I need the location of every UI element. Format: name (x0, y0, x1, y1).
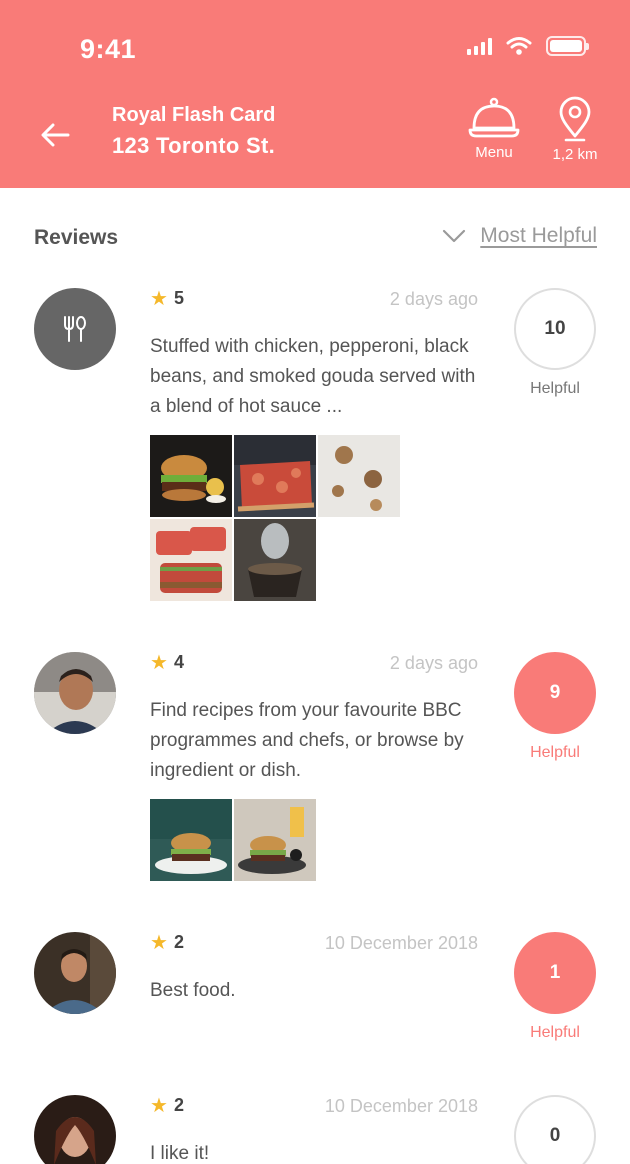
review-date: 10 December 2018 (324, 1096, 478, 1116)
review-rating: ★ 4 (150, 651, 184, 674)
helpful-label: Helpful (530, 1024, 580, 1041)
star-icon: ★ (150, 931, 168, 954)
burger-photo[interactable] (150, 435, 232, 517)
toast-photo[interactable] (150, 519, 232, 601)
review-text: Find recipes from your favourite BBC pro… (150, 700, 464, 781)
helpful-count: 9 (514, 652, 596, 734)
review-text: I like it! (150, 1143, 210, 1164)
menu-label: Menu (475, 144, 513, 161)
review-photos (150, 799, 400, 881)
chevron-down-icon (443, 229, 466, 243)
burger-photo[interactable] (150, 799, 232, 881)
review-date: 2 days ago (389, 289, 478, 309)
helpful-button[interactable]: 0 (514, 1095, 596, 1164)
cookies-photo[interactable] (318, 435, 400, 517)
avatar (34, 288, 116, 370)
distance-button[interactable]: 1,2 km (542, 96, 608, 163)
review-rating: ★ 2 (150, 1094, 184, 1117)
place-name: Royal Flash Card (112, 104, 276, 126)
reviews-title: Reviews (34, 226, 119, 249)
review-date: 2 days ago (389, 653, 478, 673)
helpful-count: 10 (514, 288, 596, 370)
review-photos (150, 435, 400, 601)
battery-icon (546, 36, 589, 56)
avatar[interactable] (34, 932, 116, 1014)
sort-label: Most Helpful (480, 224, 597, 247)
star-icon: ★ (150, 1094, 168, 1117)
drink-photo[interactable] (234, 519, 316, 601)
star-icon: ★ (150, 287, 168, 310)
review-text: Stuffed with chicken, pepperoni, black b… (150, 336, 476, 417)
review-text: Best food. (150, 980, 236, 1001)
helpful-count: 1 (514, 932, 596, 1014)
location-pin-icon (559, 96, 591, 142)
distance-label: 1,2 km (552, 146, 598, 163)
helpful-label: Helpful (530, 380, 580, 397)
back-button[interactable] (36, 116, 74, 154)
helpful-button[interactable]: 1 Helpful (514, 932, 596, 1042)
review-date: 10 December 2018 (324, 933, 478, 953)
helpful-label: Helpful (530, 744, 580, 761)
arrow-left-icon (41, 123, 70, 147)
helpful-button[interactable]: 10 Helpful (514, 288, 596, 398)
fork-knife-icon (64, 316, 86, 342)
star-icon: ★ (150, 651, 168, 674)
review-rating: ★ 2 (150, 931, 184, 954)
menu-button[interactable]: Menu (462, 96, 526, 161)
pizza-photo[interactable] (234, 435, 316, 517)
wifi-icon (506, 37, 532, 55)
status-time: 9:41 (80, 34, 137, 64)
helpful-count: 0 (514, 1095, 596, 1164)
avatar[interactable] (34, 652, 116, 734)
status-icons (467, 36, 589, 56)
avatar[interactable] (34, 1095, 116, 1164)
place-address: 123 Toronto St. (112, 133, 275, 158)
sort-dropdown[interactable]: Most Helpful (442, 224, 597, 248)
burger-photo[interactable] (234, 799, 316, 881)
review-rating: ★ 5 (150, 287, 184, 310)
signal-icon (467, 37, 492, 55)
cloche-icon (468, 97, 520, 138)
app-header: 9:41 Royal Flash Card 123 Toronto St. Me… (0, 0, 630, 188)
helpful-button[interactable]: 9 Helpful (514, 652, 596, 762)
